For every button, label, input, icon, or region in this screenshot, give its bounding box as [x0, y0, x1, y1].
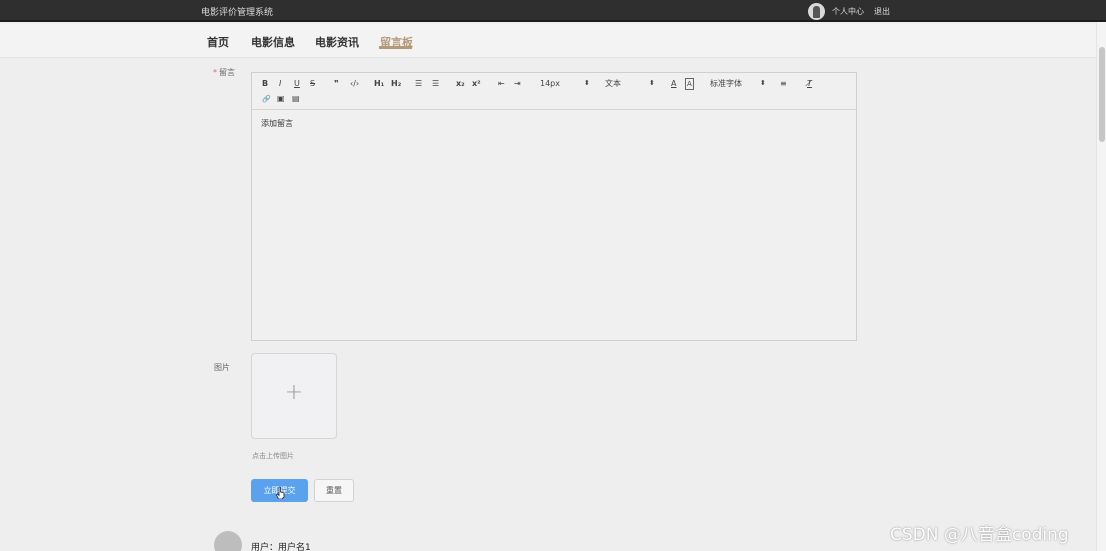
- strike-button[interactable]: S: [310, 79, 315, 89]
- ordered-list-icon[interactable]: ☰: [415, 79, 422, 89]
- clear-format-icon[interactable]: T̸: [807, 79, 812, 89]
- indent-decrease-icon[interactable]: ⇤: [498, 79, 505, 89]
- blockquote-icon[interactable]: ❞: [334, 79, 339, 89]
- message-label-text: 留言: [219, 68, 235, 77]
- nav-item-movie-news[interactable]: 电影资讯: [315, 34, 359, 50]
- comment-user-avatar: [214, 531, 242, 551]
- bullet-list-icon[interactable]: ☰: [432, 79, 439, 89]
- comment-user-name: 用户：用户名1: [251, 543, 311, 551]
- csdn-watermark: CSDN @八音盒coding: [890, 525, 1069, 545]
- editor-toolbar: B I U S ❞ ‹/› H₁ H₂ ☰ ☰ x₂ x² ⇤ ⇥ 14px ⬍…: [252, 73, 856, 110]
- superscript-button[interactable]: x²: [472, 79, 481, 89]
- heading2-button[interactable]: H₂: [391, 79, 401, 89]
- user-avatar[interactable]: [808, 3, 825, 20]
- avatar-figure-icon: [813, 6, 820, 18]
- hand-cursor-icon: [276, 487, 285, 499]
- editor-content-area[interactable]: 添加留言: [261, 118, 293, 129]
- scrollbar-thumb[interactable]: [1099, 47, 1105, 142]
- nav-item-movie-info[interactable]: 电影信息: [251, 34, 295, 50]
- font-size-select[interactable]: 14px: [540, 79, 560, 89]
- font-color-icon[interactable]: A: [671, 79, 676, 89]
- plus-icon: +: [284, 380, 304, 405]
- heading1-button[interactable]: H₁: [374, 79, 384, 89]
- upload-hint-text: 点击上传图片: [252, 452, 294, 460]
- message-field-label: * 留言: [213, 67, 235, 78]
- align-icon[interactable]: ≡: [780, 79, 787, 89]
- top-header-bar: 电影评价管理系统 个人中心 退出: [0, 0, 1106, 22]
- message-editor: B I U S ❞ ‹/› H₁ H₂ ☰ ☰ x₂ x² ⇤ ⇥ 14px ⬍…: [251, 72, 857, 341]
- image-insert-icon[interactable]: ▣: [277, 94, 285, 104]
- site-title: 电影评价管理系统: [201, 8, 274, 18]
- block-type-chevron-icon[interactable]: ⬍: [649, 78, 655, 88]
- indent-increase-icon[interactable]: ⇥: [514, 79, 521, 89]
- required-mark: *: [213, 68, 217, 77]
- code-block-icon[interactable]: ‹/›: [350, 79, 359, 89]
- block-type-select[interactable]: 文本: [605, 79, 621, 89]
- bold-button[interactable]: B: [262, 79, 268, 89]
- active-nav-underline: [379, 46, 412, 49]
- font-family-chevron-icon[interactable]: ⬍: [760, 78, 766, 88]
- italic-button[interactable]: I: [279, 79, 281, 89]
- reset-button[interactable]: 重置: [314, 479, 354, 502]
- background-color-icon[interactable]: A: [685, 78, 694, 90]
- link-icon[interactable]: 🔗: [262, 94, 271, 104]
- underline-button[interactable]: U: [294, 79, 300, 89]
- page-scrollbar[interactable]: [1096, 22, 1106, 551]
- font-family-select[interactable]: 标准字体: [710, 79, 742, 89]
- nav-item-home[interactable]: 首页: [207, 34, 229, 50]
- font-size-chevron-icon[interactable]: ⬍: [584, 78, 590, 88]
- video-insert-icon[interactable]: ▤: [292, 94, 300, 104]
- logout-link[interactable]: 退出: [874, 6, 890, 17]
- subscript-button[interactable]: x₂: [456, 79, 465, 89]
- user-center-link[interactable]: 个人中心: [832, 6, 864, 17]
- main-nav: 首页 电影信息 电影资讯 留言板: [0, 24, 1096, 58]
- image-field-label: 图片: [214, 363, 230, 372]
- image-upload-box[interactable]: +: [251, 353, 337, 439]
